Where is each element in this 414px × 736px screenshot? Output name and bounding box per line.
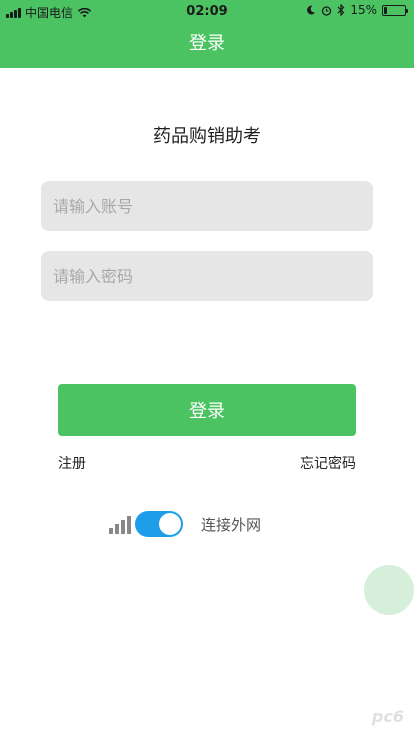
network-row: 连接外网 [109,510,261,538]
signal-bars-icon [109,514,131,534]
toggle-knob [159,513,181,535]
nav-title: 登录 [189,33,225,54]
password-input[interactable] [41,251,373,301]
account-input[interactable] [41,181,373,231]
moon-icon [307,5,316,15]
alarm-icon [322,5,332,16]
status-bar: 中国电信 02:09 15% [0,0,414,22]
login-button[interactable]: 登录 [58,384,356,436]
app-title: 药品购销助考 [153,126,261,147]
network-toggle-label: 连接外网 [201,515,262,534]
status-right: 15% [306,3,408,17]
watermark: pc6 [371,707,404,726]
forgot-password-link[interactable]: 忘记密码 [300,453,356,473]
bluetooth-icon [337,4,345,16]
floating-action-button[interactable] [364,565,414,615]
network-toggle[interactable] [135,511,183,537]
register-link[interactable]: 注册 [58,453,86,473]
nav-bar: 登录 [0,22,414,68]
battery-icon [382,4,408,16]
battery-percent: 15% [350,3,377,17]
